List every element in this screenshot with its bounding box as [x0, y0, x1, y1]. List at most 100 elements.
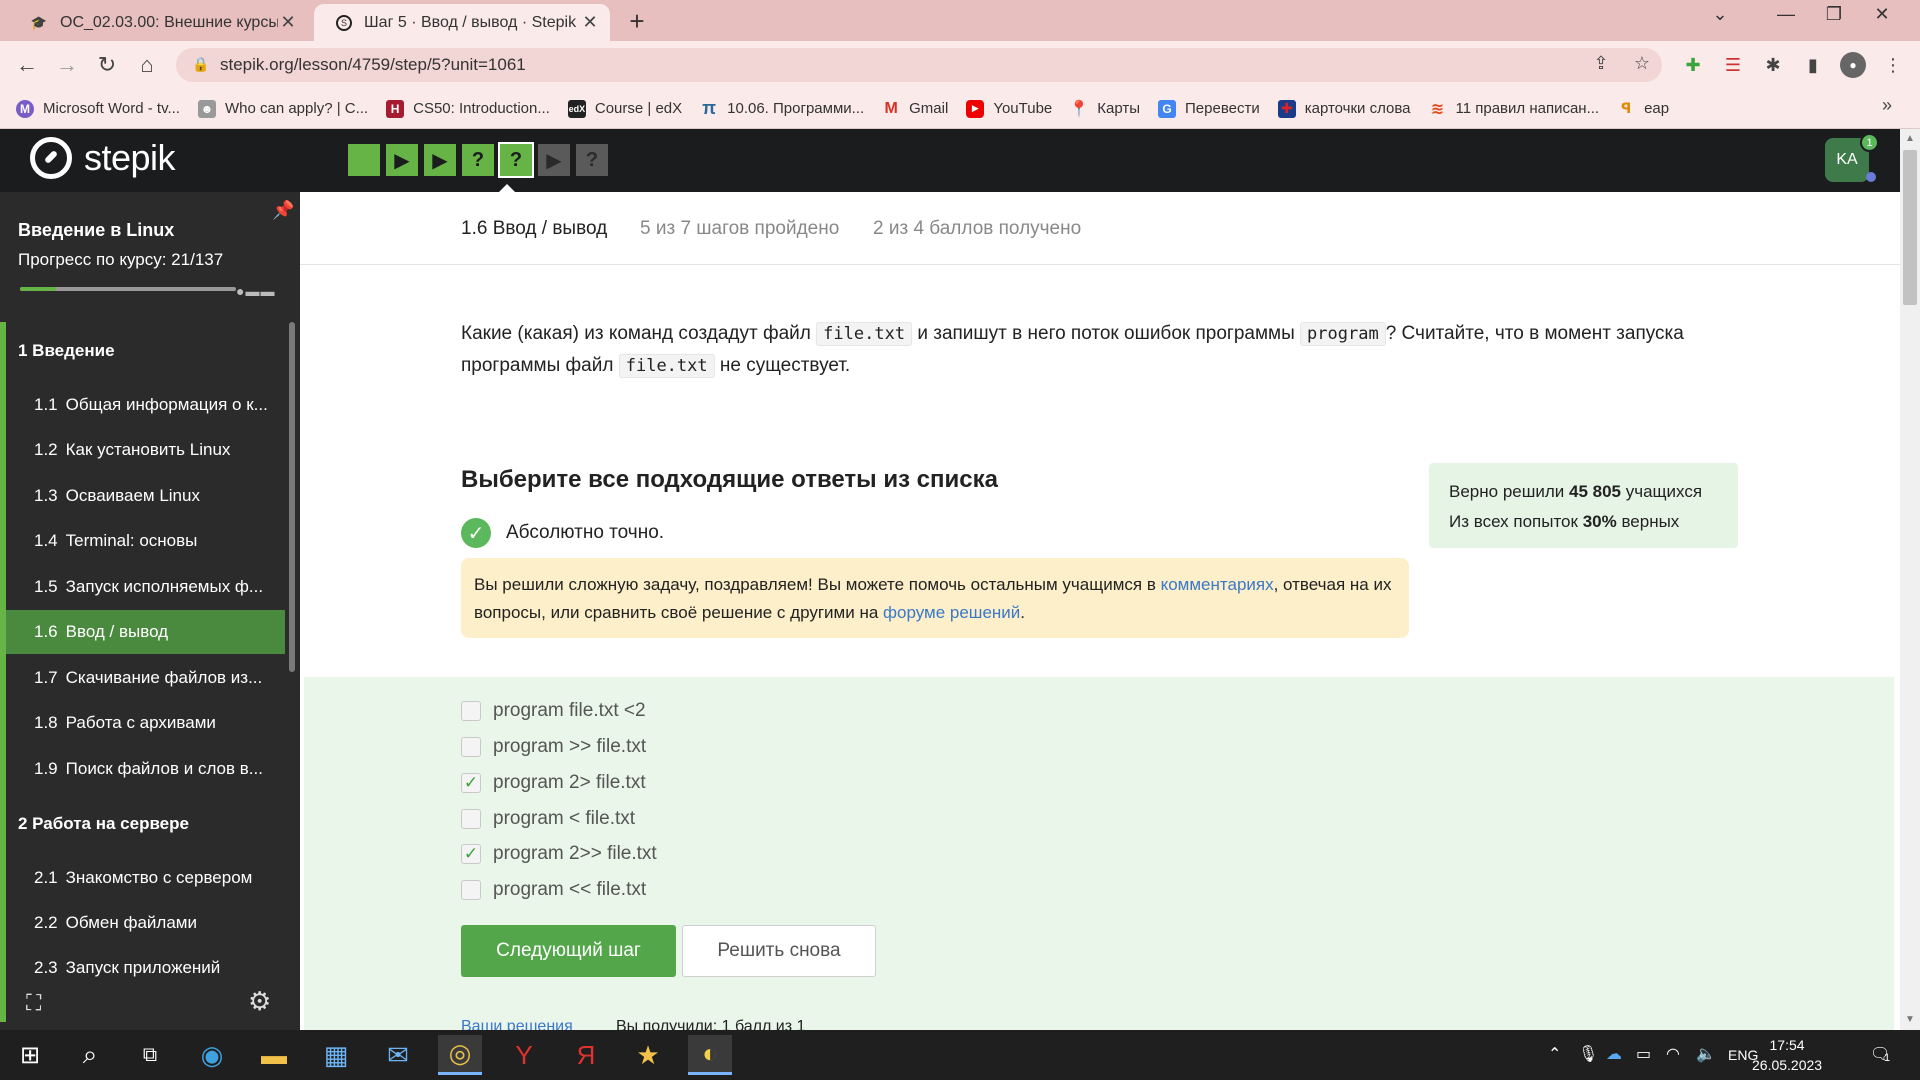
- sidebar-item-active[interactable]: 1.6 Ввод / вывод: [6, 610, 285, 654]
- address-bar[interactable]: 🔒 stepik.org/lesson/4759/step/5?unit=106…: [176, 48, 1662, 82]
- volume-icon[interactable]: 🔈: [1696, 1044, 1716, 1064]
- browser-tab-stepik[interactable]: S Шаг 5 · Ввод / вывод · Stepik ✕: [314, 4, 610, 41]
- scroll-down-icon[interactable]: ▼: [1900, 1014, 1920, 1025]
- retry-button[interactable]: Решить снова: [682, 925, 876, 977]
- sidebar-item[interactable]: 1.9 Поиск файлов и слов в...: [6, 747, 285, 791]
- checkbox[interactable]: [461, 701, 481, 721]
- step-2-video[interactable]: ▶: [386, 144, 418, 176]
- step-7-quiz[interactable]: ?: [576, 144, 608, 176]
- sidebar-item[interactable]: 1.4 Terminal: основы: [6, 519, 285, 563]
- task-view-icon[interactable]: ⧉: [128, 1035, 172, 1075]
- checkbox[interactable]: [461, 809, 481, 829]
- settings-gear-icon[interactable]: ⚙: [248, 986, 271, 1017]
- sidebar-item[interactable]: 1.2 Как установить Linux: [6, 428, 285, 472]
- battery-icon[interactable]: ▭: [1636, 1044, 1651, 1064]
- app-icon[interactable]: ◐: [688, 1035, 732, 1075]
- sidebar-item[interactable]: 2.1 Знакомство с сервером: [6, 856, 285, 900]
- step-4-quiz[interactable]: ?: [462, 144, 494, 176]
- mail-icon[interactable]: ✉: [376, 1035, 420, 1075]
- extensions-puzzle-icon[interactable]: ✱: [1760, 52, 1786, 78]
- step-5-quiz-current[interactable]: ?: [498, 142, 534, 178]
- page-scrollbar-thumb[interactable]: [1903, 150, 1917, 305]
- bookmark-item[interactable]: ✚ карточки слова: [1277, 99, 1411, 118]
- answer-option[interactable]: program file.txt <2: [461, 700, 646, 722]
- stepik-logo[interactable]: stepik: [30, 137, 176, 179]
- checkbox[interactable]: [461, 737, 481, 757]
- share-icon[interactable]: ⇪: [1588, 53, 1614, 74]
- pin-icon[interactable]: 📌: [272, 200, 294, 221]
- solutions-forum-link[interactable]: форуме решений: [883, 603, 1020, 622]
- fullscreen-icon[interactable]: ⛶: [26, 990, 41, 1016]
- tray-chevron-icon[interactable]: ⌃: [1548, 1044, 1561, 1064]
- checkbox-checked[interactable]: ✓: [461, 844, 481, 864]
- side-panel-icon[interactable]: ▮: [1800, 52, 1826, 78]
- close-tab-icon[interactable]: ✕: [278, 12, 298, 33]
- sidebar-item[interactable]: 1.7 Скачивание файлов из...: [6, 656, 285, 700]
- close-window-icon[interactable]: ✕: [1862, 4, 1902, 25]
- onedrive-icon[interactable]: ☁: [1606, 1044, 1622, 1064]
- step-6-video[interactable]: ▶: [538, 144, 570, 176]
- star-app-icon[interactable]: ★: [626, 1035, 670, 1075]
- chrome-icon[interactable]: ◎: [438, 1035, 482, 1075]
- profile-avatar-icon[interactable]: ●: [1840, 52, 1866, 78]
- bookmark-item[interactable]: ≋ 11 правил написан...: [1429, 100, 1599, 118]
- reload-icon[interactable]: ↻: [92, 50, 122, 80]
- sidebar-item[interactable]: 1.5 Запуск исполняемых ф...: [6, 565, 285, 609]
- bookmark-item[interactable]: M Microsoft Word - tv...: [16, 99, 180, 118]
- back-icon[interactable]: ←: [12, 50, 42, 80]
- home-icon[interactable]: ⌂: [132, 50, 162, 80]
- extension-bars-icon[interactable]: ☰: [1720, 52, 1746, 78]
- next-step-button[interactable]: Следующий шаг: [461, 925, 676, 977]
- microphone-icon[interactable]: 🎙: [1578, 1044, 1598, 1064]
- sidebar-item[interactable]: 1.3 Осваиваем Linux: [6, 474, 285, 518]
- search-icon[interactable]: ⌕: [68, 1035, 112, 1075]
- sidebar-module-1[interactable]: 1 Введение: [18, 341, 115, 361]
- checkbox-checked[interactable]: ✓: [461, 773, 481, 793]
- forward-icon[interactable]: →: [52, 50, 82, 80]
- answer-option-checked[interactable]: ✓ program 2>> file.txt: [461, 843, 657, 865]
- answer-option[interactable]: program < file.txt: [461, 808, 635, 830]
- yandex-browser-icon[interactable]: Y: [502, 1035, 546, 1075]
- extension-plus-icon[interactable]: ✚: [1680, 52, 1706, 78]
- sidebar-scrollbar[interactable]: [289, 322, 295, 672]
- sidebar-item[interactable]: 2.3 Запуск приложений: [6, 946, 285, 990]
- restore-icon[interactable]: ❐: [1814, 4, 1854, 25]
- sidebar-item[interactable]: 1.8 Работа с архивами: [6, 701, 285, 745]
- comments-link[interactable]: комментариях: [1161, 575, 1274, 594]
- yandex-icon[interactable]: Я: [564, 1035, 608, 1075]
- scroll-up-icon[interactable]: ▲: [1900, 133, 1920, 144]
- minimize-icon[interactable]: —: [1766, 4, 1806, 25]
- bookmark-item[interactable]: M Gmail: [882, 100, 948, 118]
- sidebar-item[interactable]: 1.1 Общая информация о к...: [6, 383, 285, 427]
- wifi-icon[interactable]: ◠: [1666, 1044, 1680, 1064]
- close-tab-icon[interactable]: ✕: [580, 12, 600, 33]
- answer-option[interactable]: program >> file.txt: [461, 736, 646, 758]
- bookmark-item[interactable]: H CS50: Introduction...: [386, 99, 550, 118]
- bookmark-item[interactable]: G Перевести: [1158, 99, 1260, 118]
- new-tab-icon[interactable]: +: [620, 6, 654, 37]
- windows-start-icon[interactable]: ⊞: [8, 1035, 52, 1075]
- answer-option-checked[interactable]: ✓ program 2> file.txt: [461, 772, 646, 794]
- bookmark-item[interactable]: ☻ Who can apply? | C...: [197, 99, 368, 118]
- bookmarks-overflow-icon[interactable]: »: [1882, 95, 1892, 116]
- step-1-text[interactable]: [348, 144, 380, 176]
- browser-tab-external-courses[interactable]: 🎓 ОС_02.03.00: Внешние курсы ✕: [8, 4, 308, 41]
- edge-icon[interactable]: ◉: [190, 1035, 234, 1075]
- answer-option[interactable]: program << file.txt: [461, 879, 646, 901]
- system-clock[interactable]: 17:54 26.05.2023: [1752, 1035, 1822, 1075]
- step-3-video[interactable]: ▶: [424, 144, 456, 176]
- bookmark-item[interactable]: π 10.06. Программи...: [700, 98, 864, 118]
- browser-menu-icon[interactable]: ⋮: [1880, 52, 1906, 78]
- bookmark-item[interactable]: 📍 Карты: [1069, 100, 1140, 118]
- course-title[interactable]: Введение в Linux: [18, 220, 174, 241]
- bookmark-item[interactable]: ꟼ eap: [1617, 100, 1669, 118]
- file-explorer-icon[interactable]: ▬: [252, 1035, 296, 1075]
- bookmark-star-icon[interactable]: ☆: [1629, 53, 1655, 74]
- sidebar-item[interactable]: 2.2 Обмен файлами: [6, 901, 285, 945]
- checkbox[interactable]: [461, 880, 481, 900]
- sidebar-module-2[interactable]: 2 Работа на сервере: [18, 814, 189, 834]
- ms-store-icon[interactable]: ▦: [314, 1035, 358, 1075]
- bookmark-item[interactable]: edX Course | edX: [567, 99, 682, 118]
- tab-search-chevron-icon[interactable]: ⌄: [1700, 4, 1740, 25]
- bookmark-item[interactable]: ▶ YouTube: [966, 99, 1052, 118]
